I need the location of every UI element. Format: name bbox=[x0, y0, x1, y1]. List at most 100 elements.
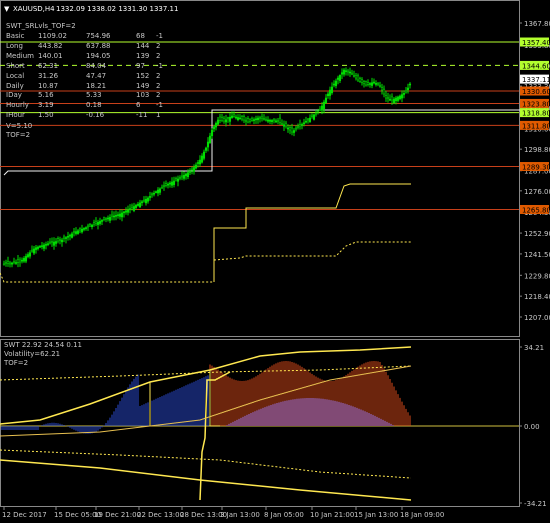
candle-body bbox=[232, 114, 236, 117]
price-tag-label: 1265.80 bbox=[522, 206, 550, 214]
candle-body bbox=[386, 97, 390, 99]
candle-body bbox=[172, 180, 176, 185]
candle-body bbox=[114, 215, 118, 217]
candle-body bbox=[128, 208, 132, 210]
candle-body bbox=[112, 215, 116, 218]
indicator-cell-d: 2 bbox=[156, 91, 161, 100]
candle-body bbox=[324, 97, 328, 104]
time-axis-label: 22 Dec 13:00 bbox=[137, 511, 184, 519]
sub-tof-label: TOF=2 bbox=[4, 359, 29, 367]
candle-body bbox=[56, 238, 60, 242]
chart-canvas[interactable]: 1367.801355.801344.601333.301321.601310.… bbox=[0, 0, 550, 523]
indicator-cell-b: -0.16 bbox=[86, 111, 105, 120]
candle-body bbox=[164, 183, 168, 186]
candle-body bbox=[334, 80, 338, 87]
candle-body bbox=[376, 82, 380, 85]
header-arrow-icon[interactable]: ▼ bbox=[4, 5, 9, 13]
candle-body bbox=[402, 93, 406, 95]
candle-body bbox=[350, 72, 354, 75]
candle-body bbox=[304, 120, 308, 123]
candle-body bbox=[406, 87, 410, 91]
price-tag-label: 1289.30 bbox=[522, 164, 550, 172]
candle-body bbox=[212, 126, 216, 130]
indicator-cell-b: 637.88 bbox=[86, 41, 111, 50]
candle-body bbox=[52, 241, 56, 246]
indicator-cell-d: -1 bbox=[156, 101, 163, 110]
symbol-label: XAUUSD,H4 bbox=[13, 5, 55, 13]
candle-body bbox=[216, 119, 220, 125]
time-axis-label: 18 Jan 09:00 bbox=[400, 511, 444, 519]
candle-body bbox=[310, 114, 314, 117]
candle-body bbox=[168, 182, 172, 185]
v-line: V=5.10 bbox=[6, 122, 33, 130]
candle-body bbox=[254, 118, 258, 121]
candle-body bbox=[280, 123, 284, 125]
candle-body bbox=[298, 124, 302, 127]
indicator-cell-d: 2 bbox=[156, 71, 161, 80]
indicator-cell-a: 3.19 bbox=[38, 101, 54, 110]
indicator-cell-c: 68 bbox=[136, 32, 145, 40]
price-axis-label: 1229.80 bbox=[524, 272, 550, 280]
candle-body bbox=[396, 96, 400, 101]
candle-body bbox=[44, 244, 48, 246]
candle-body bbox=[10, 262, 14, 265]
candle-body bbox=[68, 234, 72, 237]
candle-body bbox=[236, 117, 240, 120]
candle-body bbox=[84, 227, 88, 229]
candle-body bbox=[316, 110, 320, 113]
candle-body bbox=[318, 108, 322, 111]
candle-body bbox=[314, 112, 318, 115]
candle-body bbox=[60, 239, 64, 243]
indicator-cell-name: Medium bbox=[6, 51, 34, 60]
price-axis-label: 1241.50 bbox=[524, 251, 550, 259]
candle-body bbox=[250, 118, 254, 121]
candle-body bbox=[286, 127, 290, 130]
candle-body bbox=[46, 243, 50, 245]
candle-body bbox=[356, 75, 360, 81]
candle-body bbox=[148, 196, 152, 198]
candle-body bbox=[66, 236, 70, 238]
candle-body bbox=[82, 228, 86, 230]
candle-body bbox=[278, 117, 282, 123]
indicator-cell-c: 97 bbox=[136, 61, 145, 70]
envelope-mid bbox=[213, 183, 411, 282]
candle-body bbox=[284, 122, 288, 127]
candle-body bbox=[368, 83, 372, 85]
candle-body bbox=[206, 141, 210, 148]
candle-body bbox=[16, 259, 20, 263]
candle-body bbox=[252, 119, 256, 121]
candle-body bbox=[226, 117, 230, 120]
candle-body bbox=[38, 246, 42, 248]
candle-body bbox=[34, 247, 38, 250]
price-axis-label: 1276.00 bbox=[524, 188, 550, 196]
candle-body bbox=[198, 159, 202, 165]
indicator-cell-d: 2 bbox=[156, 51, 161, 60]
indicator-cell-d: -1 bbox=[156, 61, 163, 70]
candle-body bbox=[296, 126, 300, 128]
candle-body bbox=[40, 245, 44, 247]
candle-body bbox=[248, 119, 252, 122]
tof-line: TOF=2 bbox=[6, 131, 31, 139]
candle-body bbox=[138, 202, 142, 208]
candle-body bbox=[98, 221, 102, 224]
candle-body bbox=[246, 118, 250, 123]
candle-body bbox=[126, 209, 130, 213]
candle-body bbox=[48, 241, 52, 244]
indicator-cell-b: 5.33 bbox=[86, 91, 102, 100]
candle-body bbox=[228, 117, 232, 122]
candle-body bbox=[294, 127, 298, 130]
candle-body bbox=[320, 105, 324, 111]
candle-body bbox=[330, 86, 334, 94]
candle-body bbox=[306, 118, 310, 121]
indicator-cell-name: Hourly bbox=[6, 101, 29, 110]
candle-body bbox=[322, 101, 326, 109]
candle-body bbox=[132, 206, 136, 211]
candle-body bbox=[190, 168, 194, 171]
candle-body bbox=[22, 258, 26, 262]
price-tag-label: 1318.80 bbox=[522, 110, 550, 118]
candle-body bbox=[146, 197, 150, 202]
candle-body bbox=[174, 178, 178, 181]
candle-body bbox=[28, 252, 32, 257]
candle-body bbox=[20, 259, 24, 262]
candle-body bbox=[142, 199, 146, 202]
